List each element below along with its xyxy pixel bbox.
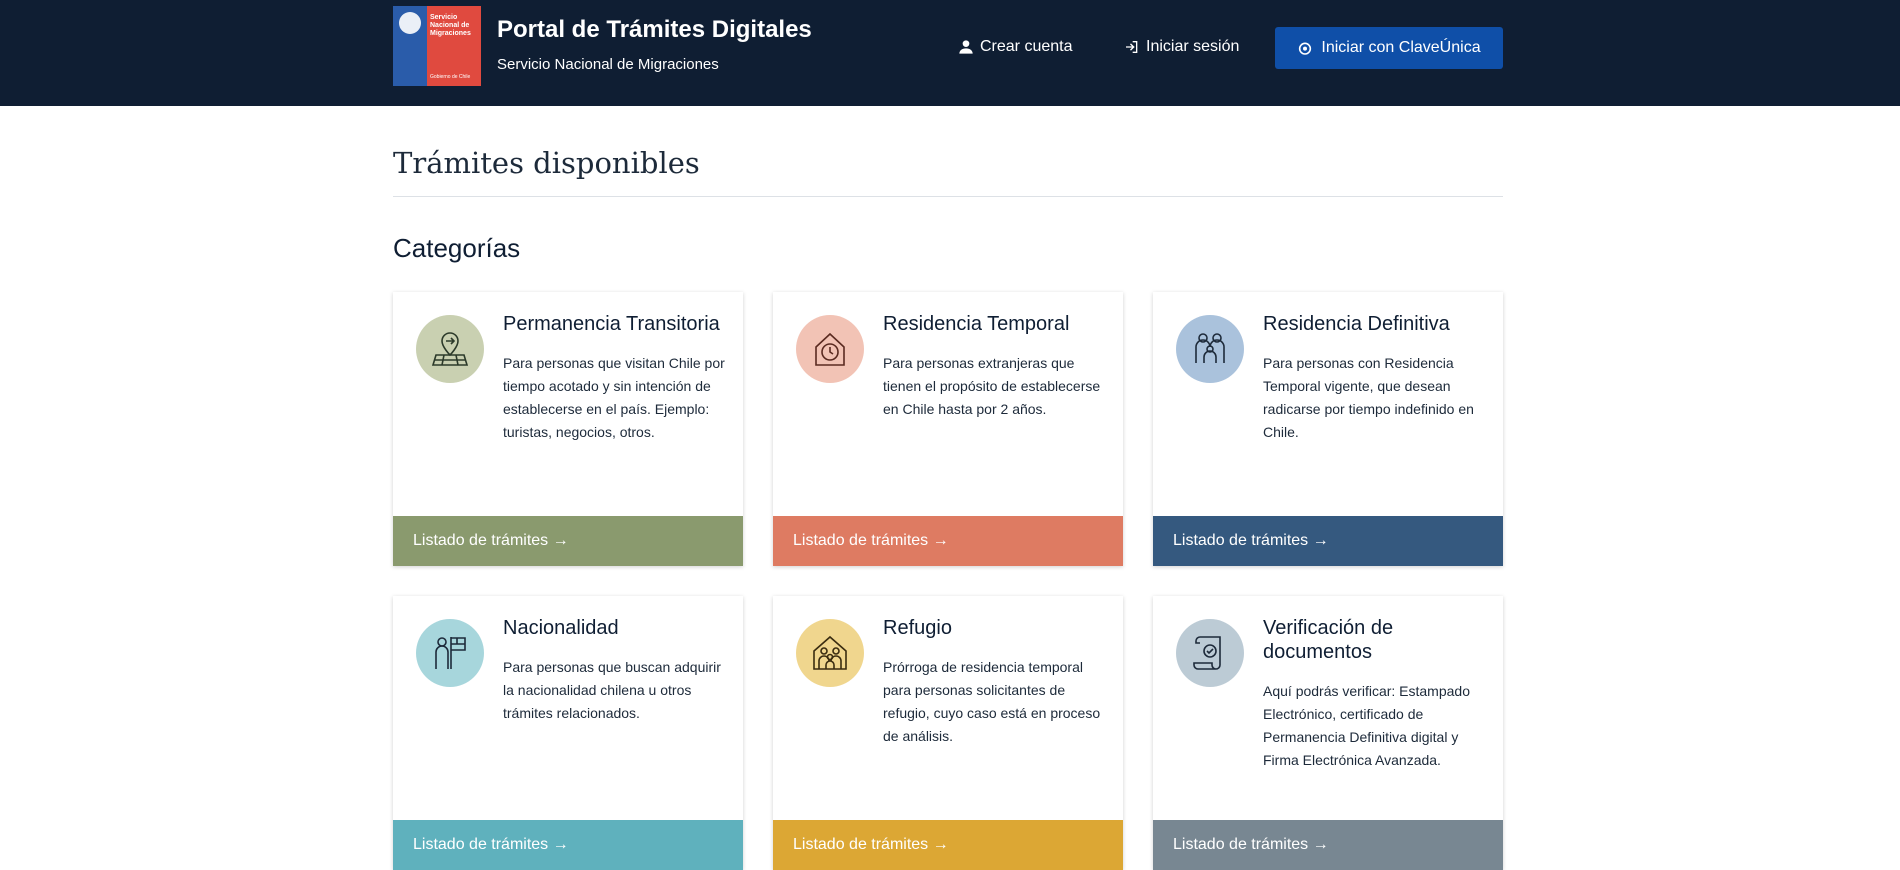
procedures-list-link[interactable]: Listado de trámites →	[393, 516, 743, 566]
category-card-residencia-definitiva: Residencia Definitiva Para personas con …	[1153, 292, 1503, 566]
logo-gov-text: Gobierno de Chile	[430, 74, 471, 80]
procedures-list-link[interactable]: Listado de trámites →	[773, 516, 1123, 566]
card-title[interactable]: Residencia Definitiva	[1263, 312, 1488, 336]
card-description: Para personas con Residencia Temporal vi…	[1263, 355, 1474, 440]
top-header: Servicio Nacional de Migraciones Gobiern…	[0, 0, 1900, 106]
card-description: Aquí podrás verificar: Estampado Electró…	[1263, 683, 1470, 768]
login-link[interactable]: Iniciar sesión	[1124, 38, 1239, 56]
header-inner: Servicio Nacional de Migraciones Gobiern…	[393, 0, 1503, 106]
category-card-permanencia: Permanencia Transitoria Para personas qu…	[393, 292, 743, 566]
document-check-icon	[1176, 619, 1244, 687]
migraciones-logo[interactable]: Servicio Nacional de Migraciones Gobiern…	[393, 6, 481, 86]
login-icon	[1126, 41, 1138, 53]
family-icon	[1176, 315, 1244, 383]
card-description: Para personas extranjeras que tienen el …	[883, 355, 1101, 417]
section-title: Categorías	[393, 233, 521, 263]
house-family-icon	[796, 619, 864, 687]
procedures-list-link[interactable]: Listado de trámites →	[393, 820, 743, 870]
category-card-residencia-temporal: Residencia Temporal Para personas extran…	[773, 292, 1123, 566]
logo-text: Servicio Nacional de Migraciones	[430, 14, 471, 37]
site-subtitle: Servicio Nacional de Migraciones	[497, 56, 719, 73]
site-title[interactable]: Portal de Trámites Digitales	[497, 16, 812, 44]
map-pin-icon	[416, 315, 484, 383]
category-card-nacionalidad: Nacionalidad Para personas que buscan ad…	[393, 596, 743, 870]
power-icon	[1299, 42, 1312, 55]
procedures-list-link[interactable]: Listado de trámites →	[1153, 516, 1503, 566]
page-title: Trámites disponibles	[393, 146, 1503, 197]
house-clock-icon	[796, 315, 864, 383]
card-title[interactable]: Verificación de documentos	[1263, 616, 1488, 664]
create-account-link[interactable]: Crear cuenta	[958, 38, 1073, 56]
category-card-verificacion: Verificación de documentos Aquí podrás v…	[1153, 596, 1503, 870]
clave-unica-label: Iniciar con ClaveÚnica	[1321, 39, 1481, 56]
clave-unica-button[interactable]: Iniciar con ClaveÚnica	[1275, 27, 1503, 69]
category-card-refugio: Refugio Prórroga de residencia temporal …	[773, 596, 1123, 870]
card-description: Para personas que visitan Chile por tiem…	[503, 355, 725, 440]
card-title[interactable]: Residencia Temporal	[883, 312, 1108, 336]
card-title[interactable]: Refugio	[883, 616, 1108, 640]
card-title[interactable]: Permanencia Transitoria	[503, 312, 728, 336]
procedures-list-link[interactable]: Listado de trámites →	[773, 820, 1123, 870]
person-flag-icon	[416, 619, 484, 687]
card-description: Prórroga de residencia temporal para per…	[883, 659, 1101, 744]
main-content: Trámites disponibles Categorías Permanen…	[393, 106, 1503, 870]
card-description: Para personas que buscan adquirir la nac…	[503, 659, 721, 721]
login-label: Iniciar sesión	[1146, 38, 1240, 55]
coat-of-arms-icon	[399, 12, 421, 34]
user-icon	[959, 40, 973, 54]
create-account-label: Crear cuenta	[980, 38, 1073, 55]
procedures-list-link[interactable]: Listado de trámites →	[1153, 820, 1503, 870]
card-title[interactable]: Nacionalidad	[503, 616, 728, 640]
category-grid: Permanencia Transitoria Para personas qu…	[393, 292, 1503, 870]
